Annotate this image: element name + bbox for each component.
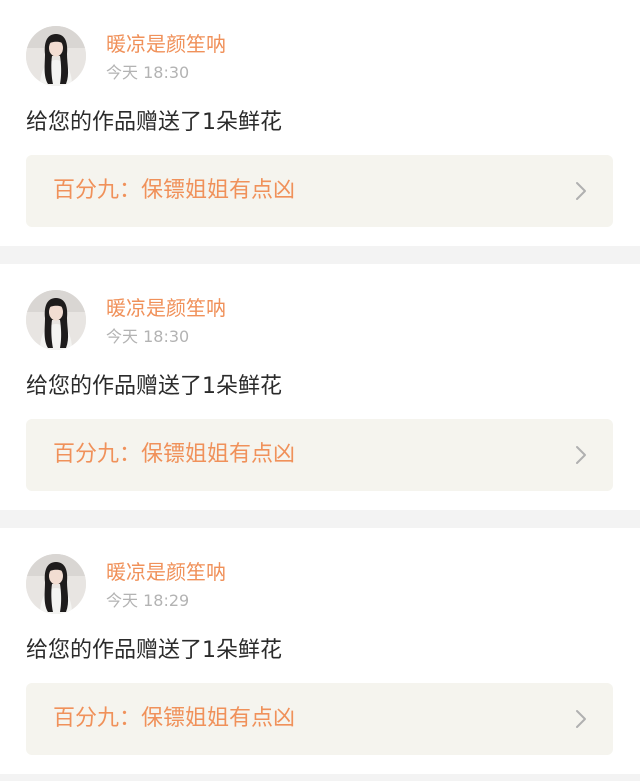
notification-card: 暖凉是颜笙呐 今天 18:30 给您的作品赠送了1朵鲜花 百分九：保镖姐姐有点凶 — [0, 264, 640, 510]
work-link[interactable]: 百分九：保镖姐姐有点凶 — [26, 155, 613, 227]
work-title: 百分九：保镖姐姐有点凶 — [53, 442, 296, 467]
timestamp: 今天 18:30 — [106, 327, 190, 346]
username[interactable]: 暖凉是颜笙呐 — [106, 296, 226, 320]
work-link[interactable]: 百分九：保镖姐姐有点凶 — [26, 419, 613, 491]
work-title: 百分九：保镖姐姐有点凶 — [53, 706, 296, 731]
notification-message: 给您的作品赠送了1朵鲜花 — [26, 110, 282, 135]
chevron-right-icon — [576, 182, 586, 200]
notification-card: 暖凉是颜笙呐 今天 18:30 给您的作品赠送了1朵鲜花 百分九：保镖姐姐有点凶 — [0, 0, 640, 246]
timestamp: 今天 18:30 — [106, 63, 190, 82]
work-title: 百分九：保镖姐姐有点凶 — [53, 178, 296, 203]
user-avatar[interactable] — [26, 290, 86, 350]
notification-message: 给您的作品赠送了1朵鲜花 — [26, 638, 282, 663]
timestamp: 今天 18:29 — [106, 591, 190, 610]
user-avatar[interactable] — [26, 554, 86, 614]
username[interactable]: 暖凉是颜笙呐 — [106, 32, 226, 56]
notification-message: 给您的作品赠送了1朵鲜花 — [26, 374, 282, 399]
notification-card: 暖凉是颜笙呐 今天 18:29 给您的作品赠送了1朵鲜花 百分九：保镖姐姐有点凶 — [0, 528, 640, 774]
username[interactable]: 暖凉是颜笙呐 — [106, 560, 226, 584]
user-avatar[interactable] — [26, 26, 86, 86]
chevron-right-icon — [576, 446, 586, 464]
work-link[interactable]: 百分九：保镖姐姐有点凶 — [26, 683, 613, 755]
chevron-right-icon — [576, 710, 586, 728]
